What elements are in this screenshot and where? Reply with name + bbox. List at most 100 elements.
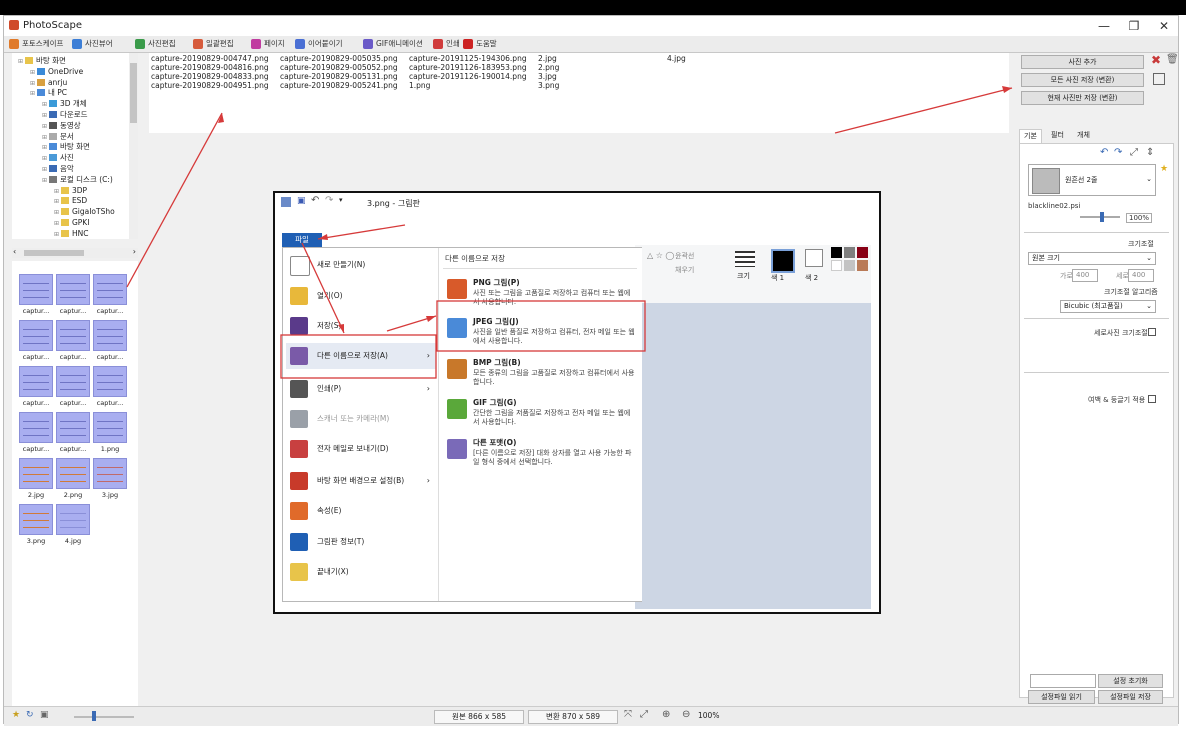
tree-item[interactable]: ⊞ 바탕 화면 — [42, 141, 90, 152]
expand-icon[interactable]: ⊞ — [54, 209, 61, 216]
expand-icon[interactable]: ⊞ — [42, 101, 49, 108]
expand-icon[interactable]: ⊞ — [54, 220, 61, 227]
height-input[interactable]: 400 — [1128, 269, 1154, 282]
fit-window-icon[interactable]: ⤧ — [624, 709, 632, 720]
tree-item[interactable]: ⊞ 내 PC — [30, 87, 67, 98]
tab-1[interactable]: 사진뷰어 — [71, 38, 113, 50]
quick-save-icon[interactable]: ▣ — [297, 196, 306, 206]
tree-item[interactable]: ⊞ 3DP — [54, 185, 87, 196]
file-list-item[interactable]: 3.jpg — [538, 72, 557, 81]
flip-icon[interactable]: ⇕ — [1146, 147, 1154, 158]
file-list-item[interactable]: capture-20190829-005052.png — [280, 63, 398, 72]
expand-icon[interactable]: ⊞ — [18, 58, 25, 65]
minimize-button[interactable]: — — [1089, 17, 1119, 35]
palette-swatch[interactable] — [857, 247, 868, 258]
star-icon[interactable]: ★ — [12, 710, 20, 720]
zoom-out-icon[interactable]: ⊖ — [682, 709, 690, 720]
add-photo-button[interactable]: 사진 추가 — [1021, 55, 1144, 69]
zoom-in-icon[interactable]: ⊕ — [662, 709, 670, 720]
close-button[interactable]: ✕ — [1149, 17, 1179, 35]
thumbnail-image[interactable] — [19, 320, 53, 351]
file-list-item[interactable]: capture-20190829-004816.png — [151, 63, 269, 72]
tree-item[interactable]: ⊞ 다운로드 — [42, 109, 88, 120]
portrait-resize-checkbox[interactable] — [1148, 328, 1156, 336]
tab-3[interactable]: 일괄편집 — [192, 38, 234, 50]
tree-item[interactable]: ⊞ 동영상 — [42, 120, 81, 131]
tree-item[interactable]: ⊞ anrju — [30, 77, 67, 88]
restore-button[interactable]: ❐ — [1119, 17, 1149, 35]
redo-icon[interactable]: ↷ — [325, 195, 333, 206]
resize-mode-select[interactable]: 원본 크기 ⌄ — [1028, 252, 1156, 265]
thumbnail-image[interactable] — [56, 504, 90, 535]
menu-item-exit[interactable]: 끝내기(X) — [286, 559, 436, 585]
thumbnail-image[interactable] — [56, 366, 90, 397]
palette-swatch[interactable] — [844, 247, 855, 258]
tab-6[interactable]: GIF애니메이션 — [362, 38, 423, 50]
file-list-item[interactable]: 2.jpg — [538, 54, 557, 63]
tree-item[interactable]: ⊞ 3D 개체 — [42, 98, 87, 109]
rotate-left-icon[interactable]: ↶ — [1100, 147, 1108, 158]
expand-icon[interactable]: ⊞ — [42, 123, 49, 130]
thumbnail-image[interactable] — [93, 412, 127, 443]
save-format-bmp[interactable]: BMP 그림(B) 모든 종류의 그림을 고품질로 저장하고 컴퓨터에서 사용합니… — [443, 354, 639, 394]
color2-swatch[interactable] — [805, 249, 823, 267]
palette-swatch[interactable] — [831, 260, 842, 271]
menu-item-print[interactable]: 인쇄(P) › — [286, 376, 436, 402]
tab-2[interactable]: 사진편집 — [134, 38, 176, 50]
save-current-button[interactable]: 현재 사진만 저장 (변환) — [1021, 91, 1144, 105]
file-list[interactable]: capture-20190829-004747.png capture-20190… — [149, 53, 1009, 133]
thumbnail-image[interactable] — [56, 274, 90, 305]
palette-swatch[interactable] — [831, 247, 842, 258]
menu-item-scanner[interactable]: 스캐너 또는 카메라(M) — [286, 406, 436, 432]
tab-7[interactable]: 인쇄 — [432, 38, 460, 50]
file-list-item[interactable]: capture-20190829-004747.png — [151, 54, 269, 63]
frame-zoom-value[interactable]: 100% — [1126, 213, 1153, 223]
reset-settings-button[interactable]: 설정 초기화 — [1098, 674, 1163, 688]
file-list-item[interactable]: capture-20190829-004833.png — [151, 72, 269, 81]
file-list-item[interactable]: capture-20190829-005035.png — [280, 54, 398, 63]
menu-item-desktop-background[interactable]: 바탕 화면 배경으로 설정(B) › — [286, 468, 436, 494]
settings-tab-0[interactable]: 기본 — [1019, 129, 1042, 143]
file-list-item[interactable]: 1.png — [409, 81, 430, 90]
thumbnail-image[interactable] — [19, 412, 53, 443]
scroll-right-icon[interactable]: › — [133, 247, 136, 256]
thumbnail-image[interactable] — [56, 458, 90, 489]
expand-icon[interactable]: ⊞ — [42, 177, 49, 184]
menu-item-new-file[interactable]: 새로 만들기(N) — [286, 252, 436, 278]
save-format-jpeg[interactable]: JPEG 그림(J) 사진을 일반 품질로 저장하고 컴퓨터, 전자 메일 또는 … — [443, 313, 639, 353]
tree-item[interactable]: ⊞ 바탕 화면 — [18, 55, 66, 66]
tree-item[interactable]: ⊞ ESD — [54, 195, 87, 206]
file-list-item[interactable]: 2.png — [538, 63, 559, 72]
tree-item[interactable]: ⊞ OneDrive — [30, 66, 83, 77]
thumbnail-image[interactable] — [93, 458, 127, 489]
save-settings-button[interactable]: 설정파일 저장 — [1098, 690, 1163, 704]
thumbnail-image[interactable] — [56, 412, 90, 443]
width-input[interactable]: 400 — [1072, 269, 1098, 282]
actual-size-icon[interactable]: ⤢ — [640, 709, 648, 720]
expand-icon[interactable]: ⊞ — [30, 80, 37, 87]
customize-icon[interactable]: ▾ — [339, 196, 343, 204]
tree-horizontal-scrollbar[interactable]: ‹ › — [12, 247, 138, 258]
settings-tab-1[interactable]: 필터 — [1047, 129, 1068, 142]
load-settings-button[interactable]: 설정파일 읽기 — [1028, 690, 1095, 704]
tab-8[interactable]: 도움말 — [462, 38, 497, 50]
menu-item-save-as[interactable]: 다른 이름으로 저장(A) › — [286, 343, 436, 369]
file-list-item[interactable]: capture-20191126-183953.png — [409, 63, 527, 72]
palette-swatch[interactable] — [857, 260, 868, 271]
tab-5[interactable]: 이어붙이기 — [294, 38, 343, 50]
fit-icon[interactable]: ⤢ — [1130, 147, 1138, 158]
slider-thumb[interactable] — [1100, 212, 1104, 222]
palette-swatch[interactable] — [844, 260, 855, 271]
scroll-left-icon[interactable]: ‹ — [13, 247, 16, 256]
expand-icon[interactable]: ⊞ — [54, 198, 61, 205]
trash-icon[interactable]: 🗑 — [1166, 54, 1179, 65]
tree-item[interactable]: ⊞ 음악 — [42, 163, 74, 174]
rotate-right-icon[interactable]: ↷ — [1114, 147, 1122, 158]
thumbnail-image[interactable] — [19, 274, 53, 305]
undo-icon[interactable]: ↶ — [311, 195, 319, 206]
settings-tab-2[interactable]: 개체 — [1073, 129, 1094, 142]
menu-item-check[interactable]: 속성(E) — [286, 498, 436, 524]
fill-label[interactable]: 채우기 — [675, 265, 694, 275]
thumbnail-panel[interactable]: captur... captur... captur... captur... capt… — [12, 261, 138, 706]
thumbnail-image[interactable] — [93, 274, 127, 305]
